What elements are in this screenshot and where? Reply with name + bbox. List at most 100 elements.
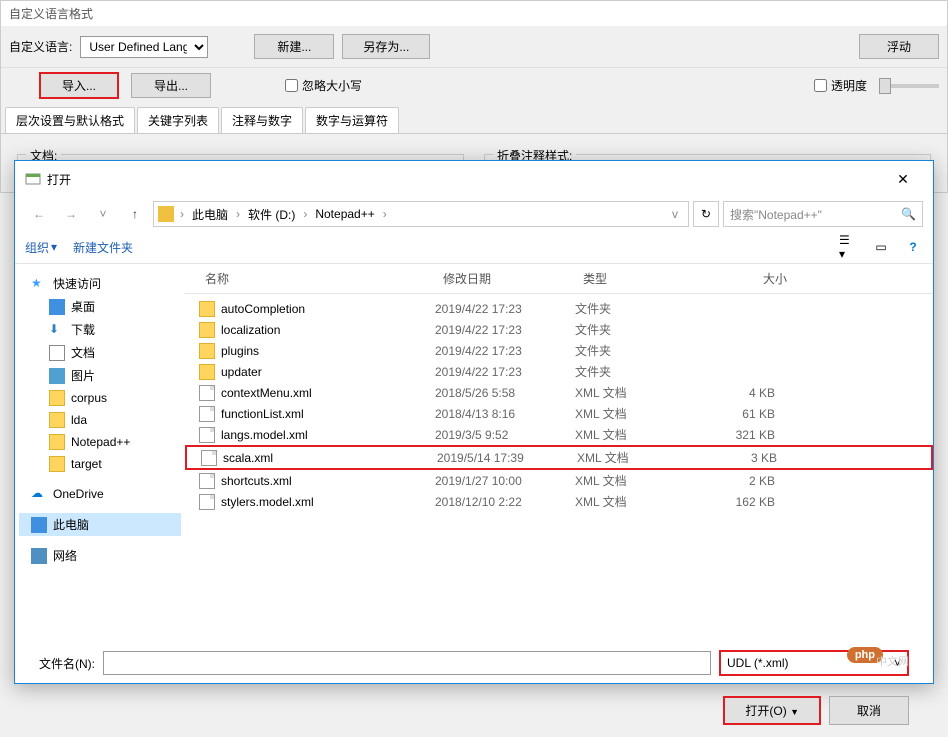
file-date: 2019/1/27 10:00: [435, 474, 575, 488]
tab-comments[interactable]: 注释与数字: [221, 107, 303, 133]
file-date: 2018/5/26 5:58: [435, 386, 575, 400]
refresh-button[interactable]: ↻: [693, 201, 719, 227]
file-type: XML 文档: [575, 472, 675, 489]
file-icon: [199, 473, 215, 489]
sidebar-network[interactable]: 网络: [19, 544, 181, 567]
filename-label: 文件名(N):: [39, 655, 95, 672]
picture-icon: [49, 368, 65, 384]
newfolder-button[interactable]: 新建文件夹: [73, 239, 133, 256]
file-name: scala.xml: [223, 451, 273, 465]
file-size: 3 KB: [677, 451, 797, 465]
chevron-down-icon: ˅: [894, 656, 901, 670]
folder-icon: [49, 390, 65, 406]
view-dropdown[interactable]: ☰ ▾: [839, 237, 859, 257]
col-type[interactable]: 类型: [575, 268, 675, 289]
chevron-right-icon: ›: [178, 207, 186, 221]
file-name: plugins: [221, 344, 259, 358]
sidebar-quickaccess[interactable]: ★快速访问: [19, 272, 181, 295]
col-date[interactable]: 修改日期: [435, 268, 575, 289]
file-size: 4 KB: [675, 386, 795, 400]
file-row[interactable]: updater 2019/4/22 17:23文件夹: [185, 361, 933, 382]
transparency-slider[interactable]: [879, 84, 939, 88]
file-row[interactable]: scala.xml2019/5/14 17:39XML 文档3 KB: [185, 445, 933, 470]
close-button[interactable]: ✕: [883, 167, 923, 191]
file-row[interactable]: plugins2019/4/22 17:23文件夹: [185, 340, 933, 361]
breadcrumb[interactable]: › 此电脑 › 软件 (D:) › Notepad++ › v: [153, 201, 689, 227]
organize-dropdown[interactable]: 组织 ▾: [25, 239, 57, 256]
search-input[interactable]: 搜索"Notepad++" 🔍: [723, 201, 923, 227]
file-row[interactable]: autoCompletion2019/4/22 17:23文件夹: [185, 298, 933, 319]
help-button[interactable]: ?: [903, 237, 923, 257]
file-date: 2019/4/22 17:23: [435, 365, 575, 379]
sidebar-documents[interactable]: 文档: [19, 341, 181, 364]
back-button[interactable]: ←: [25, 202, 53, 226]
preview-button[interactable]: ▭: [871, 237, 891, 257]
bc-thispc[interactable]: 此电脑: [186, 204, 234, 225]
file-size: 321 KB: [675, 428, 795, 442]
file-type: XML 文档: [577, 449, 677, 466]
float-button[interactable]: 浮动: [859, 34, 939, 59]
file-name: contextMenu.xml: [221, 386, 312, 400]
file-type: 文件夹: [575, 363, 675, 380]
chevron-right-icon: ›: [234, 207, 242, 221]
sidebar-pictures[interactable]: 图片: [19, 364, 181, 387]
breadcrumb-dropdown[interactable]: v: [666, 207, 684, 221]
file-row[interactable]: contextMenu.xml 2018/5/26 5:58XML 文档4 KB: [185, 382, 933, 403]
file-row[interactable]: functionList.xml2018/4/13 8:16XML 文档61 K…: [185, 403, 933, 424]
file-icon: [199, 385, 215, 401]
file-row[interactable]: shortcuts.xml2019/1/27 10:00XML 文档2 KB: [185, 470, 933, 491]
bc-drive[interactable]: 软件 (D:): [242, 204, 301, 225]
new-button[interactable]: 新建...: [254, 34, 334, 59]
file-row[interactable]: stylers.model.xml2018/12/10 2:22XML 文档16…: [185, 491, 933, 512]
file-name: autoCompletion: [221, 302, 305, 316]
open-dialog: 打开 ✕ ← → ˅ ↑ › 此电脑 › 软件 (D:) › Notepad++…: [14, 160, 934, 684]
file-row[interactable]: langs.model.xml2019/3/5 9:52XML 文档321 KB: [185, 424, 933, 445]
cancel-button[interactable]: 取消: [829, 696, 909, 725]
tab-keywords[interactable]: 关键字列表: [137, 107, 219, 133]
file-type: XML 文档: [575, 384, 675, 401]
forward-button[interactable]: →: [57, 202, 85, 226]
tab-operators[interactable]: 数字与运算符: [305, 107, 399, 133]
file-header: 名称 修改日期 类型 大小: [185, 264, 933, 294]
import-button[interactable]: 导入...: [39, 72, 119, 99]
transparent-checkbox[interactable]: 透明度: [814, 77, 867, 94]
folder-icon: [49, 412, 65, 428]
tab-layering[interactable]: 层次设置与默认格式: [5, 107, 135, 133]
sidebar-target[interactable]: target: [19, 453, 181, 475]
lang-select[interactable]: User Defined Language: [80, 36, 208, 58]
file-date: 2018/12/10 2:22: [435, 495, 575, 509]
file-name: stylers.model.xml: [221, 495, 314, 509]
open-button[interactable]: 打开(O) ▼: [723, 696, 821, 725]
file-name: shortcuts.xml: [221, 474, 292, 488]
sidebar: ★快速访问 桌面 ⬇下载 文档 图片 corpus lda Notepad++ …: [15, 264, 185, 634]
bc-folder[interactable]: Notepad++: [309, 205, 380, 223]
saveas-button[interactable]: 另存为...: [342, 34, 430, 59]
file-name: updater: [221, 365, 262, 379]
folder-icon: [158, 206, 174, 222]
ignorecase-checkbox[interactable]: 忽略大小写: [285, 77, 362, 94]
desktop-icon: [49, 299, 65, 315]
filename-input[interactable]: [103, 651, 711, 675]
export-button[interactable]: 导出...: [131, 73, 211, 98]
recent-dropdown[interactable]: ˅: [89, 202, 117, 226]
file-icon: [201, 450, 217, 466]
sidebar-onedrive[interactable]: ☁OneDrive: [19, 483, 181, 505]
file-name: functionList.xml: [221, 407, 304, 421]
file-date: 2018/4/13 8:16: [435, 407, 575, 421]
file-row[interactable]: localization2019/4/22 17:23文件夹: [185, 319, 933, 340]
thispc-icon: [31, 517, 47, 533]
col-size[interactable]: 大小: [675, 268, 795, 289]
sidebar-desktop[interactable]: 桌面: [19, 295, 181, 318]
col-name[interactable]: 名称: [185, 268, 435, 289]
folder-icon: [199, 322, 215, 338]
file-icon: [199, 427, 215, 443]
up-button[interactable]: ↑: [121, 202, 149, 226]
sidebar-corpus[interactable]: corpus: [19, 387, 181, 409]
sidebar-lda[interactable]: lda: [19, 409, 181, 431]
sidebar-downloads[interactable]: ⬇下载: [19, 318, 181, 341]
sidebar-notepadpp[interactable]: Notepad++: [19, 431, 181, 453]
folder-icon: [199, 301, 215, 317]
sidebar-thispc[interactable]: 此电脑: [19, 513, 181, 536]
udl-window-title: 自定义语言格式: [1, 1, 947, 26]
search-icon: 🔍: [901, 207, 916, 221]
